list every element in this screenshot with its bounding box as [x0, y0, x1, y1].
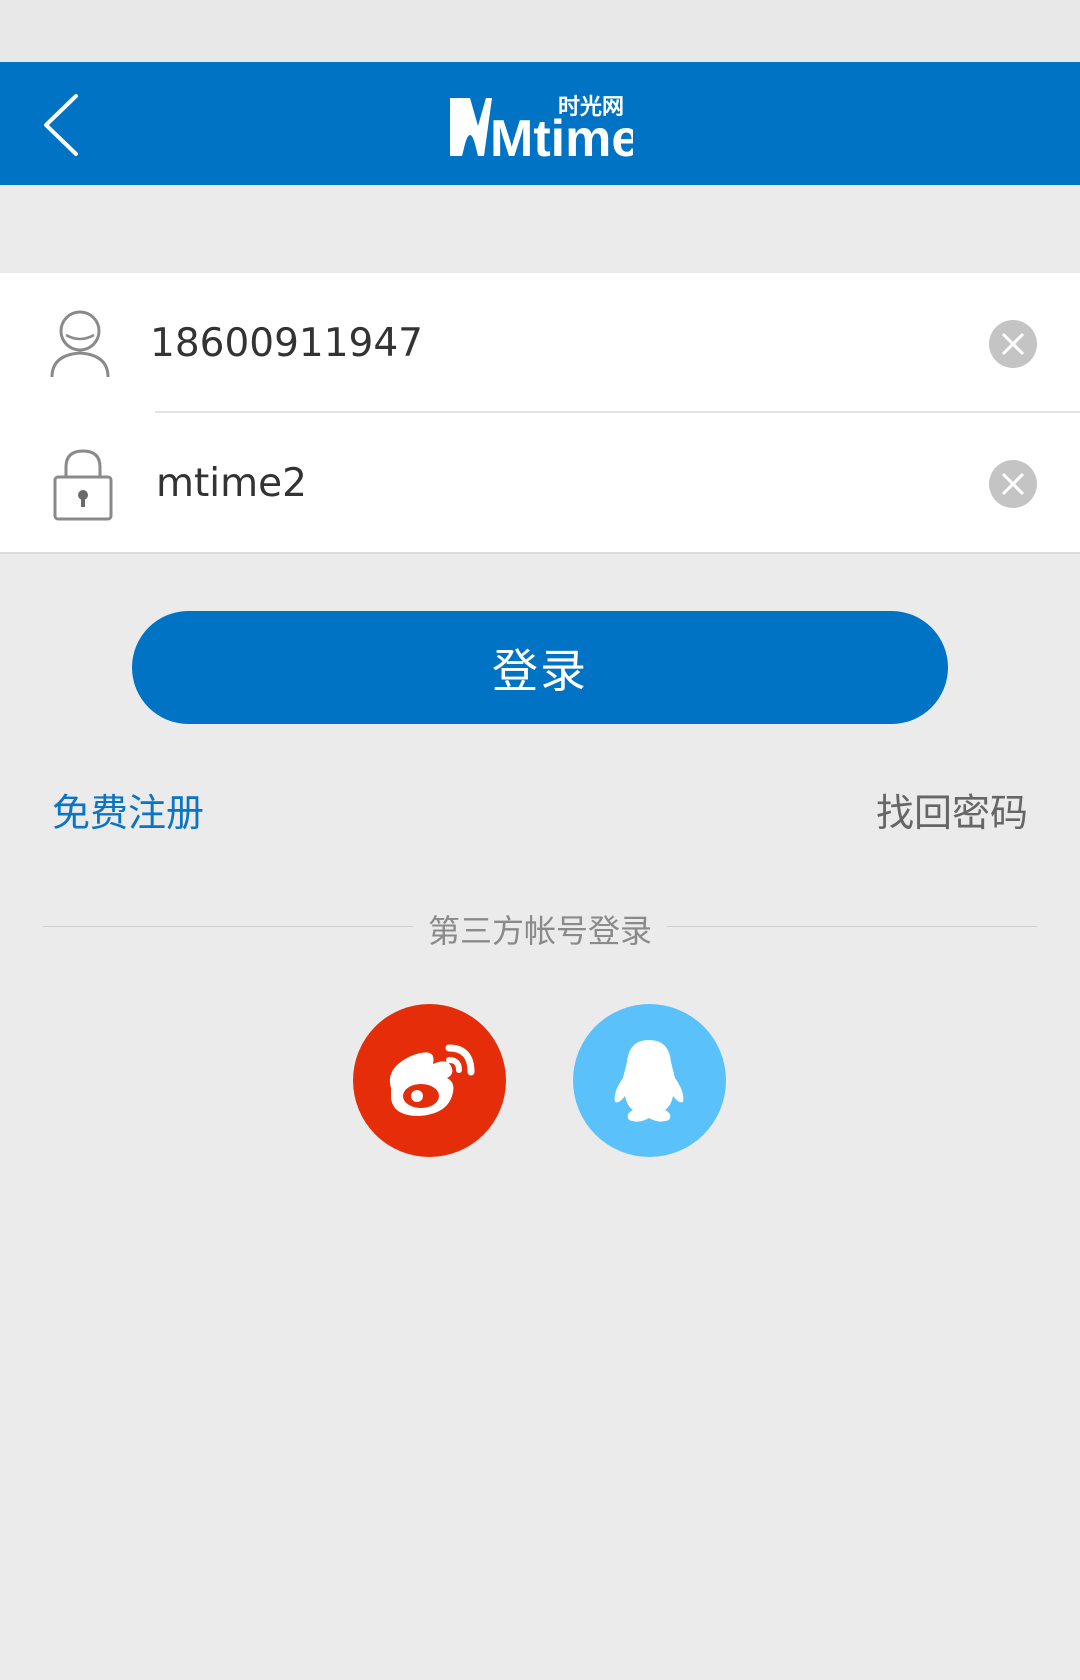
forgot-password-link[interactable]: 找回密码	[876, 782, 1028, 837]
weibo-icon	[389, 1044, 475, 1116]
password-input[interactable]	[156, 449, 956, 517]
third-party-divider: 第三方帐号登录	[43, 906, 1037, 950]
username-row	[0, 273, 1080, 413]
clear-username-icon[interactable]	[988, 319, 1038, 369]
weibo-login-button[interactable]	[353, 1004, 506, 1157]
status-bar	[0, 0, 1080, 62]
back-button[interactable]	[36, 90, 106, 160]
username-input[interactable]	[150, 309, 950, 377]
register-link[interactable]: 免费注册	[52, 782, 204, 837]
mtime-logo: Mtime 时光网	[450, 95, 633, 158]
qq-icon	[614, 1040, 684, 1122]
user-icon	[50, 310, 110, 378]
back-arrow-icon	[44, 94, 78, 156]
lock-icon	[53, 449, 113, 521]
password-row	[0, 413, 1080, 553]
third-party-label: 第三方帐号登录	[427, 912, 652, 950]
qq-login-button[interactable]	[573, 1004, 726, 1157]
login-button[interactable]: 登录	[132, 611, 948, 724]
top-bar: Mtime 时光网	[0, 62, 1080, 185]
clear-password-icon[interactable]	[988, 459, 1038, 509]
logo-cn-text: 时光网	[558, 95, 624, 120]
login-form	[0, 273, 1080, 554]
divider-line-right	[667, 926, 1037, 927]
